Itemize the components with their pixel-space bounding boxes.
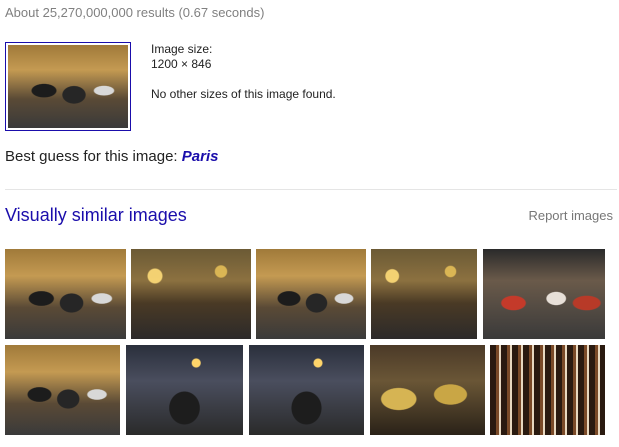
best-guess-label: Best guess for this image:: [5, 148, 178, 165]
best-guess-link[interactable]: Paris: [182, 148, 219, 165]
similar-image[interactable]: [249, 345, 364, 435]
image-size-value: 1200 × 846: [151, 57, 212, 71]
similar-image[interactable]: [5, 249, 126, 339]
similar-image[interactable]: [256, 249, 366, 339]
no-other-sizes-text: No other sizes of this image found.: [151, 87, 336, 101]
report-images-link[interactable]: Report images: [528, 208, 613, 223]
query-image: [8, 45, 128, 128]
visually-similar-images-link[interactable]: Visually similar images: [5, 205, 187, 226]
best-guess: Best guess for this image: Paris: [5, 148, 218, 165]
section-divider: [5, 189, 617, 190]
similar-image[interactable]: [483, 249, 605, 339]
results-stats: About 25,270,000,000 results (0.67 secon…: [5, 5, 265, 20]
query-image-result: Image size: 1200 × 846 No other sizes of…: [5, 42, 605, 132]
similar-image[interactable]: [370, 345, 485, 435]
image-size-label: Image size:: [151, 42, 213, 56]
similar-image[interactable]: [490, 345, 605, 435]
similar-image[interactable]: [131, 249, 251, 339]
similar-image[interactable]: [5, 345, 120, 435]
similar-image[interactable]: [126, 345, 243, 435]
similar-image[interactable]: [371, 249, 477, 339]
image-info: Image size: 1200 × 846 No other sizes of…: [151, 42, 336, 102]
query-image-thumbnail[interactable]: [5, 42, 131, 131]
